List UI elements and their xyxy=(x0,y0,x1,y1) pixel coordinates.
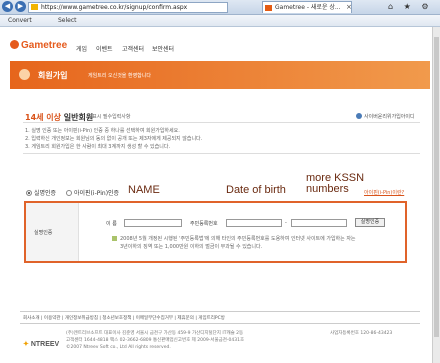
info-icon xyxy=(112,236,117,241)
row-label-cell: 실명인증 xyxy=(26,203,79,261)
legal-note: 2008년 5월 개정된 시행된 '주민등록법'에 의해 타인의 주민등록번호를… xyxy=(120,236,356,242)
footer-divider xyxy=(20,323,420,324)
gametree-logo[interactable]: Gametree xyxy=(10,40,67,51)
banner-title: 회원가입 xyxy=(38,71,68,80)
forward-button[interactable]: ▶ xyxy=(15,1,26,12)
verify-button[interactable]: 실명인증 xyxy=(355,218,385,227)
signup-banner: 회원가입 게임트리 오신것을 환영합니다 xyxy=(10,61,430,89)
ntreev-mark-icon: ✦ xyxy=(23,341,29,348)
nav-security[interactable]: 보안센터 xyxy=(152,44,174,53)
ssn-back-input[interactable] xyxy=(291,219,347,227)
radio-real-label: 실명인증 xyxy=(34,190,57,197)
ntreev-text: NTREEV xyxy=(30,341,60,348)
url-field[interactable]: https://www.gametree.co.kr/signup/confir… xyxy=(28,2,228,13)
description-line: 2. 입력하신 개인정보는 회원님의 동의 없이 공개 또는 제3자에게 제공되… xyxy=(25,136,203,142)
radio-ipin[interactable]: 아이핀(i-Pin)인증 xyxy=(66,188,119,197)
radio-unselected-icon xyxy=(66,190,72,196)
divider xyxy=(23,122,420,123)
ssn-label: 주민등록번호 xyxy=(190,221,218,227)
radio-selected-icon xyxy=(26,190,32,196)
annotation-name: NAME xyxy=(128,184,160,196)
row-label: 실명인증 xyxy=(34,230,53,236)
vertical-scrollbar[interactable] xyxy=(432,27,440,363)
name-label: 이 름 xyxy=(106,221,117,227)
nav-game[interactable]: 게임 xyxy=(76,44,87,53)
url-text: https://www.gametree.co.kr/signup/confir… xyxy=(41,4,188,11)
nav-support[interactable]: 고객센터 xyxy=(122,44,144,53)
ntreev-logo: ✦ NTREEV xyxy=(23,340,59,348)
back-button[interactable]: ◀ xyxy=(2,1,13,12)
tab-title: Gametree - 새로운 상... xyxy=(275,4,341,11)
required-note: * 표시 필수입력사항 xyxy=(88,114,131,120)
banner-subtitle: 게임트리 오신것을 환영합니다 xyxy=(88,73,151,79)
verification-form xyxy=(24,201,407,263)
annotation-dob: Date of birth xyxy=(226,184,286,196)
description-line: 3. 게임트리 회원가입은 한 사람이 최대 3계까지 생성 할 수 있습니다. xyxy=(25,144,171,150)
scroll-thumb[interactable] xyxy=(434,37,439,337)
name-input[interactable] xyxy=(124,219,182,227)
close-icon[interactable]: × xyxy=(346,3,352,11)
ssn-dash: - xyxy=(285,220,287,226)
legal-note: 3년이하의 징역 또는 1,000만원 이하의 벌금이 부과될 수 있습니다. xyxy=(120,244,263,250)
address-bar: ◀ ▶ https://www.gametree.co.kr/signup/co… xyxy=(0,0,440,15)
member-icon xyxy=(19,69,30,80)
heading-accent: 14세 이상 xyxy=(25,113,61,122)
favicon-icon xyxy=(265,5,272,11)
existing-id-link[interactable]: 사이버윤리위가입아이디 xyxy=(356,113,415,120)
lock-icon xyxy=(31,4,38,10)
radio-real-name[interactable]: 실명인증 xyxy=(26,188,56,197)
description-line: 1. 실명 인증 또는 아이핀(i-Pin) 인증 중 하나를 선택하여 회원가… xyxy=(25,128,180,134)
radio-ipin-label: 아이핀(i-Pin)인증 xyxy=(74,190,120,197)
footer-info: ©2007 Ntreev Soft co., Ltd All rights re… xyxy=(66,345,171,350)
nav-event[interactable]: 이벤트 xyxy=(96,44,113,53)
toolbar-icons[interactable]: ⌂ ★ ⚙ xyxy=(388,2,433,11)
web-page: Gametree 게임 이벤트 고객센터 보안센터 회원가입 게임트리 오신것을… xyxy=(0,27,440,363)
logo-text: Gametree xyxy=(21,40,68,51)
select-button[interactable]: Select xyxy=(58,15,77,26)
bullet-icon xyxy=(356,113,362,119)
command-bar: Convert Select xyxy=(0,15,440,27)
footer-info: 고객센터 1644-4818 팩스 02-3662-6809 통신판매업신고번호… xyxy=(66,338,245,343)
divider xyxy=(23,153,420,154)
footer-reg: 사업자등록번호 120-86-43423 xyxy=(330,331,393,336)
browser-window: ◀ ▶ https://www.gametree.co.kr/signup/co… xyxy=(0,0,440,363)
convert-button[interactable]: Convert xyxy=(8,15,32,26)
footer-divider xyxy=(20,311,420,312)
logo-icon xyxy=(10,40,19,49)
footer-info: (주)엔트리브소프트 대표이사 김준영 서울시 금천구 가산동 459-9 가산… xyxy=(66,331,244,336)
ssn-front-input[interactable] xyxy=(226,219,282,227)
annotation-more-kssn: more KSSN numbers xyxy=(306,172,365,195)
existing-id-text: 사이버윤리위가입아이디 xyxy=(364,114,415,120)
active-tab[interactable]: Gametree - 새로운 상... xyxy=(262,1,352,13)
footer-links[interactable]: 회사소개 | 이용약관 | 개인정보취급방침 | 청소년보호정책 | 이메일무단… xyxy=(23,315,225,321)
ipin-info-link[interactable]: 아이핀(i-Pin)이란? xyxy=(364,189,404,196)
